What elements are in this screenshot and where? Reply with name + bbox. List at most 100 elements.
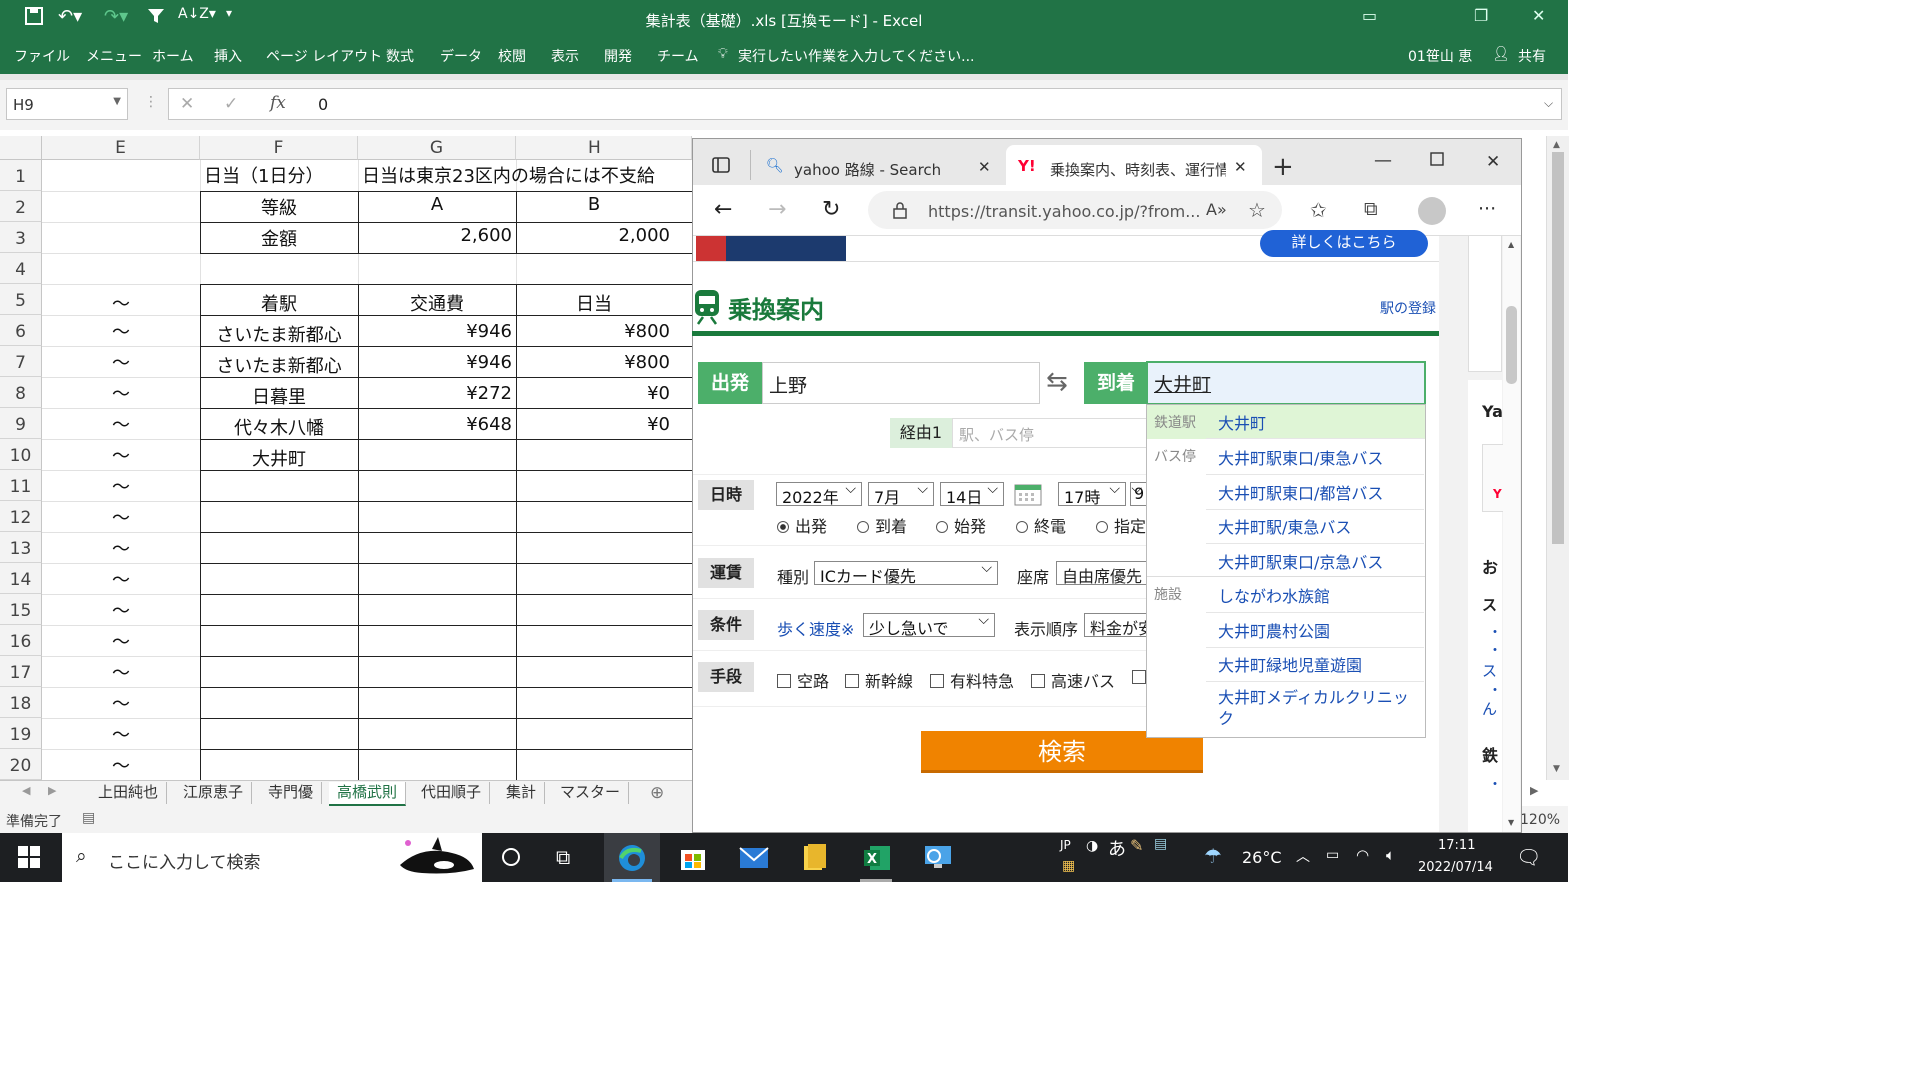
row-header[interactable]: 18 <box>0 687 42 718</box>
row-header[interactable]: 8 <box>0 377 42 408</box>
cell-tilde[interactable]: ～ <box>42 752 200 778</box>
suggestion-facility-4[interactable]: 大井町メディカルクリニック <box>1206 687 1424 733</box>
cell-g9[interactable]: ¥648 <box>358 414 512 435</box>
row-header[interactable]: 12 <box>0 501 42 532</box>
add-favorite-icon[interactable]: ☆ <box>1248 198 1266 222</box>
suggestion-bus-3[interactable]: 大井町駅/東急バス <box>1206 514 1424 544</box>
sheet-tab-5[interactable]: 代田順子 <box>413 782 491 804</box>
cell-e5[interactable]: ～ <box>42 290 200 316</box>
cell-tilde[interactable]: ～ <box>42 442 200 468</box>
tab-page-layout[interactable]: ページ レイアウト <box>266 46 382 66</box>
cell-tilde[interactable]: ～ <box>42 504 200 530</box>
cell-h3[interactable]: 2,000 <box>516 225 670 246</box>
taskbar-edge-active[interactable] <box>604 833 660 882</box>
close-tab-icon[interactable]: ✕ <box>978 158 991 176</box>
enter-icon[interactable]: ✓ <box>224 94 238 114</box>
radio-departure[interactable]: 出発 <box>777 513 827 537</box>
column-header-f[interactable]: F <box>200 136 358 160</box>
remote-desktop-icon[interactable] <box>922 842 952 872</box>
side-text-6[interactable]: ス <box>1482 660 1497 681</box>
battery-icon[interactable]: ▭ <box>1326 847 1339 863</box>
browser-tab-2[interactable]: Y! 乗換案内、時刻表、運行情報 ✕ <box>1006 145 1262 185</box>
fare-type-select[interactable]: ICカード優先 <box>814 560 998 586</box>
sheet-tab-7[interactable]: マスター <box>552 782 630 804</box>
taskbar-excel[interactable]: X <box>848 833 904 882</box>
favorites-icon[interactable]: ✩ <box>1310 198 1327 222</box>
tab-insert[interactable]: 挿入 <box>214 46 242 66</box>
clock-time[interactable]: 17:11 <box>1438 838 1475 853</box>
sheet-tab-3[interactable]: 寺門優 <box>260 782 323 804</box>
column-header-e[interactable]: E <box>42 136 200 160</box>
row-header[interactable]: 20 <box>0 749 42 780</box>
checkbox-shinkansen[interactable]: 新幹線 <box>845 668 913 692</box>
close-icon[interactable]: ✕ <box>1532 6 1545 25</box>
scroll-up-icon[interactable]: ▲ <box>1553 140 1560 150</box>
checkbox-limited-express[interactable]: 有料特急 <box>930 668 1014 692</box>
tab-home[interactable]: ホーム <box>152 46 194 66</box>
month-select[interactable]: 7月 <box>868 481 934 507</box>
seat-select[interactable]: 自由席優先 <box>1056 561 1146 585</box>
ribbon-display-icon[interactable]: ▭ <box>1362 6 1377 25</box>
vertical-scrollbar[interactable]: ▲ ▼ <box>1546 136 1569 780</box>
restore-icon[interactable]: ❐ <box>1474 6 1488 25</box>
banner-detail-button[interactable]: 詳しくはこちら <box>1260 230 1428 257</box>
sheet-tab-2[interactable]: 江原恵子 <box>175 782 253 804</box>
walk-speed-select[interactable]: 少し急いで <box>863 612 995 638</box>
row-header[interactable]: 16 <box>0 625 42 656</box>
cell-f5[interactable]: 着駅 <box>200 290 358 316</box>
task-view-icon[interactable]: ⧉ <box>556 845 570 869</box>
cell-tilde[interactable]: ～ <box>42 535 200 561</box>
cell-tilde[interactable]: ～ <box>42 690 200 716</box>
cell-tilde[interactable]: ～ <box>42 411 200 437</box>
cell-g8[interactable]: ¥272 <box>358 383 512 404</box>
swap-icon[interactable]: ⇆ <box>1046 367 1068 397</box>
cell-h6[interactable]: ¥800 <box>516 321 670 342</box>
tell-me-box[interactable]: 実行したい作業を入力してください... <box>738 46 975 66</box>
scroll-down-icon[interactable]: ▼ <box>1553 764 1560 774</box>
cell-g1[interactable]: 日当は東京23区内の場合には不支給 <box>362 162 692 188</box>
year-select[interactable]: 2022年 <box>776 481 862 507</box>
close-tab-icon[interactable]: ✕ <box>1234 158 1247 176</box>
tab-file[interactable]: ファイル <box>14 46 70 66</box>
file-explorer-icon[interactable] <box>800 842 830 872</box>
collections-icon[interactable]: ⧉ <box>1364 198 1378 220</box>
url-text[interactable]: https://transit.yahoo.co.jp/?from... <box>928 202 1200 221</box>
walk-speed-link[interactable]: 歩く速度※ <box>777 616 854 640</box>
weather-icon[interactable]: ☂ <box>1204 844 1222 868</box>
row-header[interactable]: 1 <box>0 160 42 191</box>
cell-f6[interactable]: さいたま新都心 <box>200 321 358 347</box>
suggestion-bus-2[interactable]: 大井町駅東口/都営バス <box>1206 480 1424 510</box>
checkbox-highway-bus[interactable]: 高速バス <box>1031 668 1115 692</box>
row-header[interactable]: 17 <box>0 656 42 687</box>
page-scroll-up-icon[interactable]: ▲ <box>1508 240 1514 249</box>
tab-scroll-right-icon[interactable]: ▶ <box>48 784 56 797</box>
mail-icon[interactable] <box>738 842 769 872</box>
row-header[interactable]: 4 <box>0 253 42 284</box>
calendar-icon[interactable] <box>1014 482 1042 510</box>
cell-f8[interactable]: 日暮里 <box>200 383 358 409</box>
suggestion-facility-3[interactable]: 大井町緑地児童遊園 <box>1206 652 1424 682</box>
cell-h5[interactable]: 日当 <box>516 290 672 316</box>
profile-avatar[interactable] <box>1418 197 1446 225</box>
cell-tilde[interactable]: ～ <box>42 566 200 592</box>
cell-f9[interactable]: 代々木八幡 <box>200 414 358 440</box>
ime-pad-icon[interactable]: ▦ <box>1062 858 1075 874</box>
cancel-icon[interactable]: ✕ <box>180 94 194 114</box>
cortana-icon[interactable] <box>500 846 522 872</box>
hour-select[interactable]: 17時 <box>1058 481 1126 507</box>
row-header[interactable]: 10 <box>0 439 42 470</box>
row-header[interactable]: 19 <box>0 718 42 749</box>
ime-help-icon[interactable]: ▤ <box>1154 836 1167 852</box>
tab-data[interactable]: データ <box>440 46 482 66</box>
sheet-tab-4[interactable]: 高橋武則 <box>329 782 407 806</box>
cell-tilde[interactable]: ～ <box>42 380 200 406</box>
refresh-icon[interactable]: ↻ <box>822 197 840 222</box>
tab-formulas[interactable]: 数式 <box>386 46 414 66</box>
cell-f1[interactable]: 日当（1日分） <box>204 162 323 188</box>
insert-function-icon[interactable]: fx <box>270 93 286 113</box>
from-input[interactable]: 上野 <box>762 362 1040 404</box>
maximize-icon[interactable] <box>1430 152 1444 170</box>
cell-tilde[interactable]: ～ <box>42 597 200 623</box>
expand-formula-icon[interactable]: ⌵ <box>1544 96 1553 111</box>
cell-h9[interactable]: ¥0 <box>516 414 670 435</box>
